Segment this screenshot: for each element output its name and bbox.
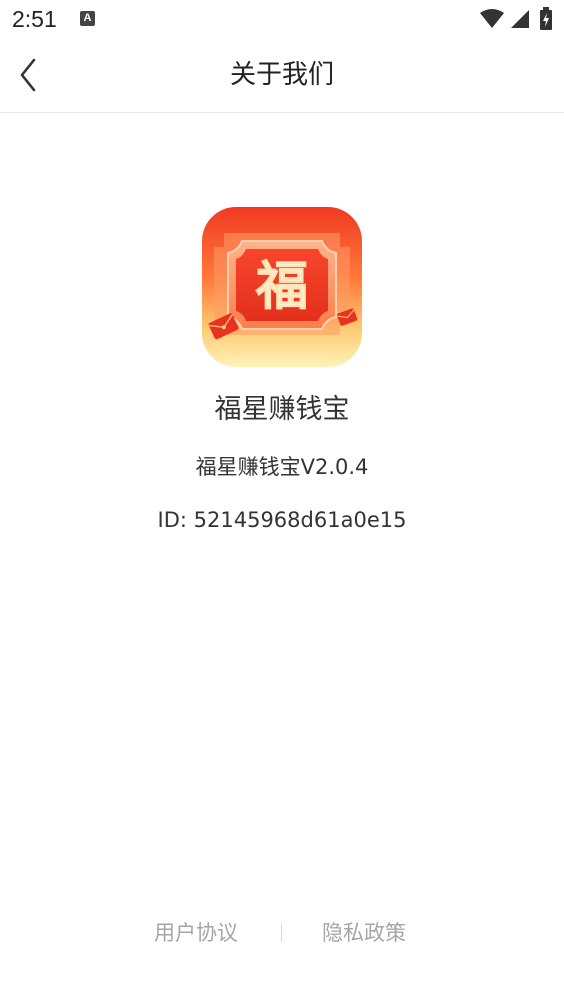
privacy-policy-link[interactable]: 隐私政策 [322,917,406,949]
footer-divider [281,924,282,942]
page-title: 关于我们 [229,60,334,90]
app-logo: 福 [202,207,362,367]
battery-charging-icon [540,7,552,30]
status-bar: 2:51 A [0,0,564,38]
app-version: 福星赚钱宝V2.0.4 [195,455,369,479]
footer-links: 用户协议 隐私政策 [0,917,564,949]
app-name: 福星赚钱宝 [214,394,350,425]
status-time: 2:51 [12,6,57,32]
signal-icon [511,10,529,28]
fortune-logo-icon: 福 [202,207,362,367]
header-bar: 关于我们 [0,38,564,113]
svg-text:福: 福 [255,257,308,317]
user-agreement-link[interactable]: 用户协议 [154,917,238,949]
app-id: ID: 52145968d61a0e15 [157,508,407,532]
notification-a-icon: A [80,11,95,26]
wifi-icon [480,9,504,28]
